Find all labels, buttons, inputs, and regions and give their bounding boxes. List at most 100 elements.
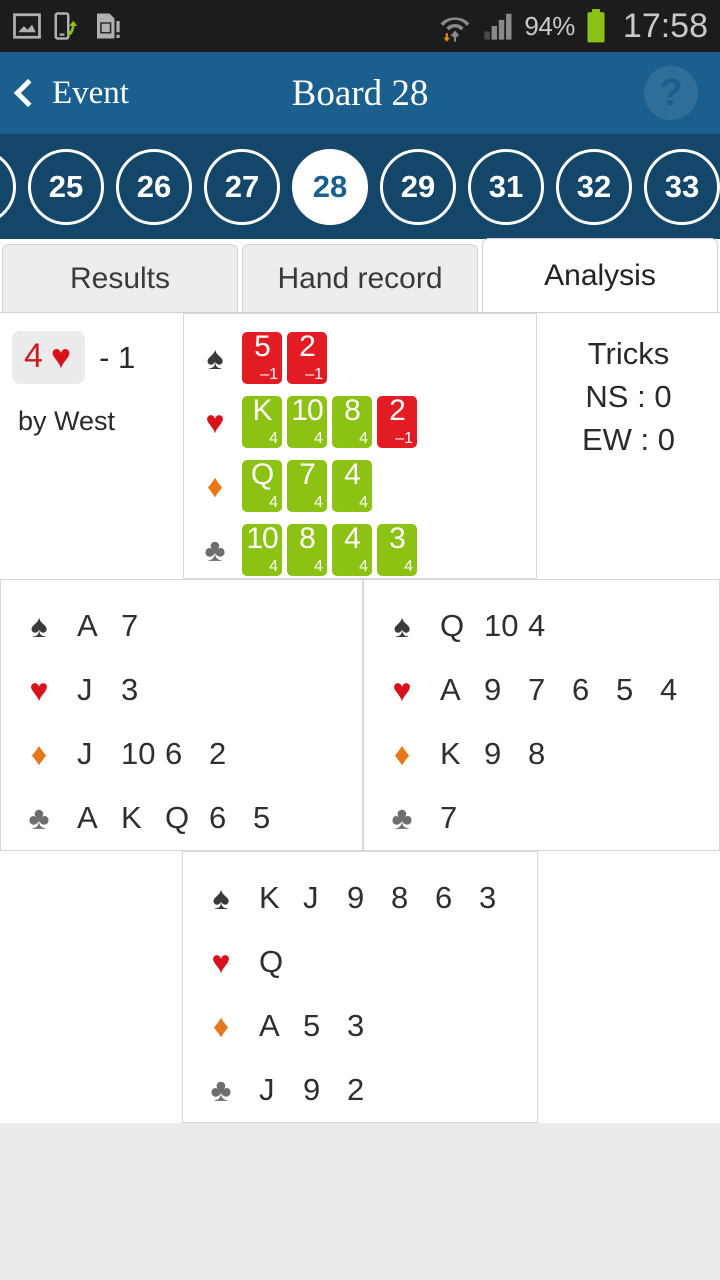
diamond-icon: ♦ — [212, 1008, 230, 1044]
play-analysis-panel: ♠ 5 –1 2 –1 ♥ K 4 10 4 8 4 2 –1 ♦ Q 4 7 … — [183, 313, 537, 579]
board-chip-26[interactable]: 26 — [116, 148, 192, 225]
analysis-top-row: 4 ♥ - 1 by West ♠ 5 –1 2 –1 ♥ K 4 10 4 8… — [0, 313, 720, 579]
hand-card: 8 — [391, 880, 409, 915]
hand-row-club: ♣ J 9 2 — [197, 1058, 537, 1122]
contract-result: - 1 — [99, 339, 136, 375]
play-row-diamond: ♦ Q 4 7 4 4 4 — [194, 454, 536, 518]
app-root: 94% 17:58 Event Board 28 ? 25 26 27 28 2… — [0, 0, 720, 1280]
hand-card: A — [77, 800, 98, 835]
hand-card: K — [121, 800, 142, 835]
board-chip-27[interactable]: 27 — [204, 148, 280, 225]
club-icon: ♣ — [210, 1072, 232, 1108]
hand-card: K — [259, 880, 280, 915]
board-chip-31[interactable]: 31 — [468, 148, 544, 225]
battery-icon — [587, 9, 605, 43]
hands-bottom-row: ♠ K J 9 8 6 3 ♥ Q ♦ A 5 3 ♣ J 9 2 — [0, 851, 720, 1123]
play-card-rank: 10 — [246, 522, 278, 555]
play-card-tricks: 4 — [359, 494, 368, 511]
hand-card: 3 — [479, 880, 497, 915]
play-card[interactable]: K 4 — [242, 394, 282, 448]
spade-icon: ♠ — [30, 608, 48, 644]
hand-row-heart: ♥ J 3 — [15, 658, 362, 722]
hand-card: 4 — [528, 608, 546, 643]
hand-card: 3 — [347, 1008, 365, 1043]
status-bar-left-icons — [12, 11, 122, 41]
hand-card: 5 — [303, 1008, 321, 1043]
hand-card: 6 — [209, 800, 227, 835]
play-card-tricks: 4 — [269, 430, 278, 447]
board-selector-strip[interactable]: 25 26 27 28 29 31 32 33 — [0, 134, 720, 239]
board-chip-32[interactable]: 32 — [556, 148, 632, 225]
heart-icon: ♥ — [50, 337, 72, 376]
board-chip-partial[interactable] — [0, 148, 16, 225]
help-icon-glyph: ? — [659, 71, 683, 114]
hand-card: 7 — [121, 608, 139, 643]
hand-row-heart: ♥ Q — [197, 930, 537, 994]
hand-west: ♠ A 7 ♥ J 3 ♦ J 10 6 2 ♣ A K Q 6 5 — [0, 579, 363, 851]
heart-icon: ♥ — [205, 404, 225, 440]
heart-icon: ♥ — [29, 672, 49, 708]
play-card[interactable]: 3 4 — [377, 522, 417, 576]
tricks-ew: EW : 0 — [581, 421, 675, 457]
play-card-rank: 2 — [389, 394, 406, 427]
tab-bar: Results Hand record Analysis — [0, 238, 720, 313]
action-bar: Event Board 28 ? — [0, 52, 720, 134]
play-card-rank: K — [252, 394, 272, 427]
contract-level: 4 — [24, 337, 43, 375]
back-button[interactable]: Event — [0, 52, 129, 134]
play-card[interactable]: 8 4 — [287, 522, 327, 576]
play-card-tricks: 4 — [314, 430, 323, 447]
play-card[interactable]: 8 4 — [332, 394, 372, 448]
play-card-tricks: 4 — [269, 558, 278, 575]
screenshot-icon — [13, 13, 41, 39]
hand-card: 10 — [484, 608, 519, 643]
play-card[interactable]: 10 4 — [287, 394, 327, 448]
contract-chip[interactable]: 4 ♥ — [12, 331, 86, 384]
hand-card: 10 — [121, 736, 156, 771]
play-card[interactable]: 7 4 — [287, 458, 327, 512]
board-chip-28-selected[interactable]: 28 — [292, 148, 368, 225]
help-icon[interactable]: ? — [644, 66, 698, 120]
play-row-heart: ♥ K 4 10 4 8 4 2 –1 — [194, 390, 536, 454]
play-card[interactable]: 4 4 — [332, 522, 372, 576]
hand-row-spade: ♠ K J 9 8 6 3 — [197, 866, 537, 930]
play-card-tricks: 4 — [314, 494, 323, 511]
hand-row-heart: ♥ A 9 7 6 5 4 — [378, 658, 719, 722]
back-button-label: Event — [52, 74, 129, 111]
hand-card: A — [77, 608, 98, 643]
hand-card: 6 — [435, 880, 453, 915]
club-icon: ♣ — [28, 800, 50, 836]
play-card[interactable]: 10 4 — [242, 522, 282, 576]
play-card-rank: Q — [250, 458, 274, 491]
play-card-rank: 8 — [299, 522, 316, 555]
hand-card: 5 — [253, 800, 271, 835]
play-card-tricks: 4 — [359, 558, 368, 575]
tab-results[interactable]: Results — [2, 244, 238, 312]
hand-row-diamond: ♦ J 10 6 2 — [15, 722, 362, 786]
contract-summary: 4 ♥ - 1 by West — [0, 313, 183, 579]
play-card[interactable]: 4 4 — [332, 458, 372, 512]
play-card[interactable]: 2 –1 — [287, 330, 327, 384]
play-card-rank: 4 — [344, 458, 361, 491]
play-card-tricks: –1 — [305, 366, 323, 383]
spade-icon: ♠ — [206, 340, 224, 376]
play-card-tricks: 4 — [314, 558, 323, 575]
hand-card: 2 — [347, 1072, 365, 1107]
play-card-rank: 7 — [299, 458, 316, 491]
hand-card: Q — [165, 800, 190, 835]
board-chip-33[interactable]: 33 — [644, 148, 720, 225]
play-card[interactable]: 2 –1 — [377, 394, 417, 448]
bottom-filler — [0, 1123, 720, 1280]
play-card[interactable]: Q 4 — [242, 458, 282, 512]
sim-card-icon — [97, 13, 120, 39]
tab-hand-record[interactable]: Hand record — [242, 244, 478, 312]
tricks-ns: NS : 0 — [585, 378, 672, 414]
heart-icon: ♥ — [211, 944, 231, 980]
play-card-tricks: –1 — [395, 430, 413, 447]
hand-row-spade: ♠ A 7 — [15, 594, 362, 658]
play-card[interactable]: 5 –1 — [242, 330, 282, 384]
tab-analysis[interactable]: Analysis — [482, 238, 718, 312]
board-chip-25[interactable]: 25 — [28, 148, 104, 225]
usb-transfer-icon — [54, 12, 78, 40]
board-chip-29[interactable]: 29 — [380, 148, 456, 225]
